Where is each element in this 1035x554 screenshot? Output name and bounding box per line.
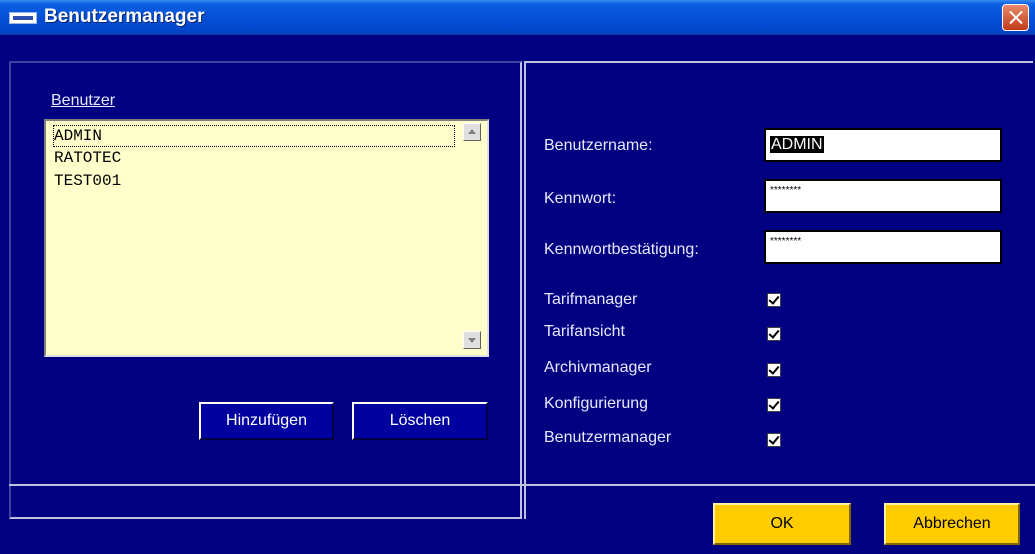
app-icon[interactable] [9,12,37,24]
perm-benutzermanager-label: Benutzermanager [544,429,672,446]
password-label: Kennwort: [544,190,617,207]
divider [9,484,1035,486]
user-list-scrollbar[interactable] [460,121,487,355]
ok-button[interactable]: OK [713,503,851,545]
password-field[interactable]: ******** [764,179,1002,213]
delete-user-button[interactable]: Löschen [352,402,488,440]
cancel-button[interactable]: Abbrechen [884,503,1020,545]
confirm-password-field[interactable]: ******** [764,230,1002,264]
arrow-down-icon [468,338,476,343]
user-listbox[interactable]: ADMIN RATOTEC TEST001 [44,119,489,357]
perm-tarifansicht-label: Tarifansicht [544,323,625,340]
perm-benutzermanager-checkbox[interactable] [767,433,781,447]
user-list-item[interactable]: TEST001 [54,171,121,191]
scroll-down-button[interactable] [463,331,481,349]
perm-konfigurierung-label: Konfigurierung [544,395,649,412]
user-list-item[interactable]: RATOTEC [54,148,121,168]
username-value: ADMIN [770,136,824,153]
perm-archivmanager-label: Archivmanager [544,359,652,376]
close-button[interactable] [1002,4,1029,31]
window-title: Benutzermanager [44,6,205,27]
user-list-item[interactable]: ADMIN [53,125,455,147]
perm-konfigurierung-checkbox[interactable] [767,398,781,412]
perm-tarifmanager-checkbox[interactable] [767,293,781,307]
scroll-up-button[interactable] [463,123,481,141]
arrow-up-icon [468,129,476,134]
perm-tarifansicht-checkbox[interactable] [767,327,781,341]
username-field[interactable]: ADMIN [764,128,1002,162]
perm-archivmanager-checkbox[interactable] [767,363,781,377]
users-label: Benutzer [51,92,116,109]
add-user-button[interactable]: Hinzufügen [199,402,334,440]
confirm-password-label: Kennwortbestätigung: [544,241,699,258]
title-bar[interactable]: Benutzermanager [0,0,1035,35]
username-label: Benutzername: [544,137,653,154]
perm-tarifmanager-label: Tarifmanager [544,291,638,308]
